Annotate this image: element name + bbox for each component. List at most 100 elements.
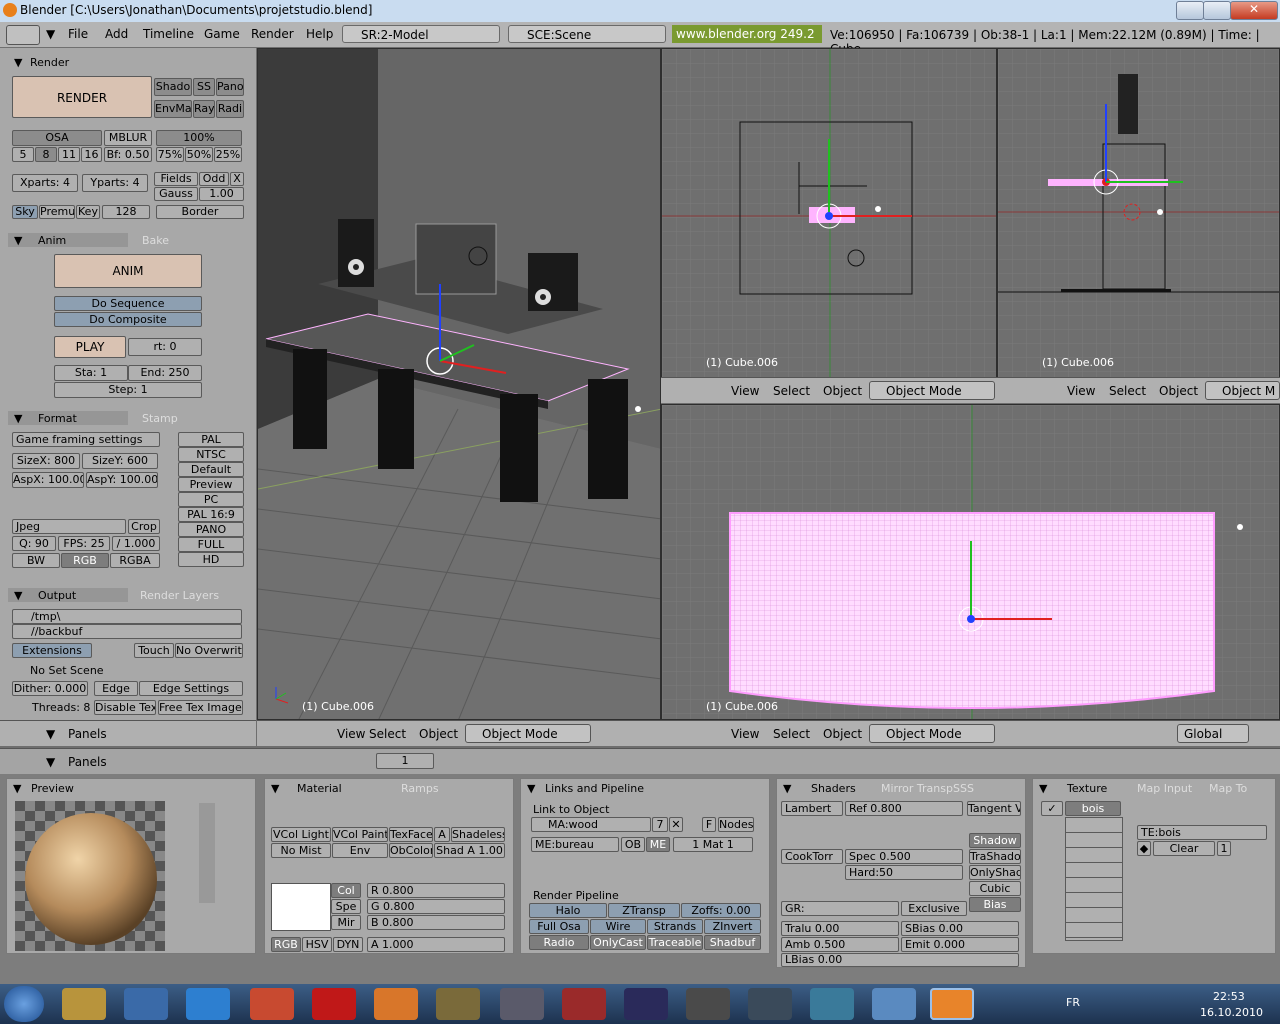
tab-map-input[interactable]: Map Input bbox=[1137, 782, 1192, 795]
blue-slider[interactable]: B 0.800 bbox=[367, 915, 505, 930]
tab-ramps[interactable]: Ramps bbox=[401, 782, 439, 795]
render-button[interactable]: RENDER bbox=[12, 76, 152, 118]
key-value-field[interactable]: 128 bbox=[102, 205, 150, 219]
emit-slider[interactable]: Emit 0.000 bbox=[901, 937, 1019, 952]
tab-sss[interactable]: SSS bbox=[953, 782, 974, 795]
viewport-side[interactable]: (1) Cube.006 bbox=[997, 48, 1280, 378]
file-format-menu[interactable]: Jpeg bbox=[12, 519, 126, 534]
texture-slot-1[interactable]: bois bbox=[1065, 801, 1121, 816]
gauss-field[interactable]: 1.00 bbox=[199, 187, 244, 201]
rgba-toggle[interactable]: RGBA bbox=[110, 553, 160, 568]
mblur-toggle[interactable]: MBLUR bbox=[104, 130, 152, 146]
app-icon[interactable] bbox=[562, 988, 606, 1020]
bf-field[interactable]: Bf: 0.50 bbox=[104, 147, 152, 162]
border-toggle[interactable]: Border bbox=[156, 205, 244, 219]
mode-selector[interactable]: Object Mode bbox=[869, 724, 995, 743]
hsv-mode-button[interactable]: HSV bbox=[302, 937, 332, 952]
zoffs-field[interactable]: Zoffs: 0.00 bbox=[681, 903, 761, 918]
disable-tex-toggle[interactable]: Disable Tex bbox=[94, 700, 156, 715]
screenshot-icon[interactable] bbox=[872, 988, 916, 1020]
app-icon[interactable] bbox=[436, 988, 480, 1020]
view-menu[interactable]: View bbox=[731, 727, 759, 741]
menu-add[interactable]: Add bbox=[105, 27, 128, 41]
exclusive-toggle[interactable]: Exclusive bbox=[901, 901, 967, 916]
chrome-icon[interactable] bbox=[250, 988, 294, 1020]
material-name-field[interactable]: MA:wood bbox=[531, 817, 651, 832]
blender-org-link[interactable]: www.blender.org 249.2 bbox=[672, 25, 822, 43]
tab-shaders[interactable]: Shaders bbox=[811, 782, 856, 795]
select-menu[interactable]: Select bbox=[773, 384, 810, 398]
no-set-scene-label[interactable]: No Set Scene bbox=[30, 664, 104, 677]
preset-pc[interactable]: PC bbox=[178, 492, 244, 507]
blender-taskbar-icon[interactable] bbox=[930, 988, 974, 1020]
transform-orientation-selector[interactable]: Global bbox=[1177, 724, 1249, 743]
texture-slot-list[interactable] bbox=[1065, 817, 1123, 941]
onlycast-toggle[interactable]: OnlyCast bbox=[590, 935, 646, 950]
menu-timeline[interactable]: Timeline bbox=[143, 27, 194, 41]
quality-field[interactable]: Q: 90 bbox=[12, 536, 56, 551]
shadow-toggle[interactable]: Shadow bbox=[969, 833, 1021, 848]
odd-toggle[interactable]: Odd bbox=[199, 172, 229, 186]
alpha-slider[interactable]: A 1.000 bbox=[367, 937, 505, 952]
a-toggle[interactable]: A bbox=[434, 827, 450, 842]
minimize-button[interactable] bbox=[1176, 1, 1204, 20]
osa-16[interactable]: 16 bbox=[81, 147, 102, 162]
mode-selector[interactable]: Object M bbox=[1205, 381, 1280, 400]
extensions-toggle[interactable]: Extensions bbox=[12, 643, 92, 658]
end-frame-field[interactable]: End: 250 bbox=[128, 365, 202, 381]
env-toggle[interactable]: Env bbox=[332, 843, 388, 858]
object-menu[interactable]: Object bbox=[1159, 384, 1198, 398]
obcolor-toggle[interactable]: ObColor bbox=[389, 843, 433, 858]
frame-field[interactable]: 1 bbox=[376, 753, 434, 769]
preset-full[interactable]: FULL bbox=[178, 537, 244, 552]
light-group-field[interactable]: GR: bbox=[781, 901, 899, 916]
vcol-light-toggle[interactable]: VCol Light bbox=[271, 827, 331, 842]
yparts-field[interactable]: Yparts: 4 bbox=[82, 174, 148, 192]
ztransp-toggle[interactable]: ZTransp bbox=[608, 903, 680, 918]
halo-toggle[interactable]: Halo bbox=[529, 903, 607, 918]
ray-toggle[interactable]: Ray bbox=[193, 100, 215, 118]
osa-5[interactable]: 5 bbox=[12, 147, 34, 162]
opera-icon[interactable] bbox=[312, 988, 356, 1020]
tab-output[interactable]: Output bbox=[38, 589, 76, 602]
envmap-toggle[interactable]: EnvMa bbox=[154, 100, 192, 118]
media-icon[interactable] bbox=[624, 988, 668, 1020]
object-menu[interactable]: Object bbox=[823, 384, 862, 398]
tralu-slider[interactable]: Tralu 0.00 bbox=[781, 921, 899, 936]
sky-toggle[interactable]: Sky bbox=[12, 205, 38, 219]
maximize-button[interactable] bbox=[1203, 1, 1231, 20]
anim-button[interactable]: ANIM bbox=[54, 254, 202, 288]
nodes-toggle[interactable]: Nodes bbox=[718, 817, 754, 832]
backbuf-path-field[interactable]: //backbuf bbox=[12, 624, 242, 639]
game-icon[interactable] bbox=[748, 988, 792, 1020]
collapse-menu-icon[interactable]: ▼ bbox=[46, 27, 55, 41]
touch-toggle[interactable]: Touch bbox=[134, 643, 174, 658]
premul-toggle[interactable]: Premul bbox=[39, 205, 75, 219]
threads-field[interactable]: Threads: 8 bbox=[32, 701, 90, 714]
wire-toggle[interactable]: Wire bbox=[590, 919, 646, 934]
tab-render[interactable]: Render bbox=[30, 56, 69, 69]
fields-toggle[interactable]: Fields bbox=[154, 172, 198, 186]
panels-menu[interactable]: Panels bbox=[68, 755, 107, 769]
bias-toggle[interactable]: Bias bbox=[969, 897, 1021, 912]
me-link-toggle[interactable]: ME bbox=[646, 837, 670, 852]
collapse-menu-icon[interactable]: ▼ bbox=[46, 755, 55, 769]
texture-name-field[interactable]: TE:bois bbox=[1137, 825, 1267, 840]
collapse-menu-icon[interactable]: ▼ bbox=[46, 727, 55, 741]
unlink-material-icon[interactable]: ✕ bbox=[669, 817, 683, 832]
step-field[interactable]: Step: 1 bbox=[54, 382, 202, 398]
tab-stamp[interactable]: Stamp bbox=[142, 412, 178, 425]
crop-toggle[interactable]: Crop bbox=[128, 519, 160, 534]
green-slider[interactable]: G 0.800 bbox=[367, 899, 505, 914]
filter-menu[interactable]: Gauss bbox=[154, 187, 198, 201]
sizex-field[interactable]: SizeX: 800 bbox=[12, 453, 80, 469]
internet-explorer-icon[interactable] bbox=[186, 988, 230, 1020]
key-toggle[interactable]: Key bbox=[76, 205, 100, 219]
mode-selector[interactable]: Object Mode bbox=[465, 724, 591, 743]
osa-toggle[interactable]: OSA bbox=[12, 130, 102, 146]
select-menu[interactable]: Select bbox=[369, 727, 406, 741]
trashado-toggle[interactable]: TraShado bbox=[969, 849, 1021, 864]
editor-type-button[interactable] bbox=[6, 25, 40, 45]
size-25-button[interactable]: 25% bbox=[214, 147, 242, 162]
texture-users[interactable]: 1 bbox=[1217, 841, 1231, 856]
